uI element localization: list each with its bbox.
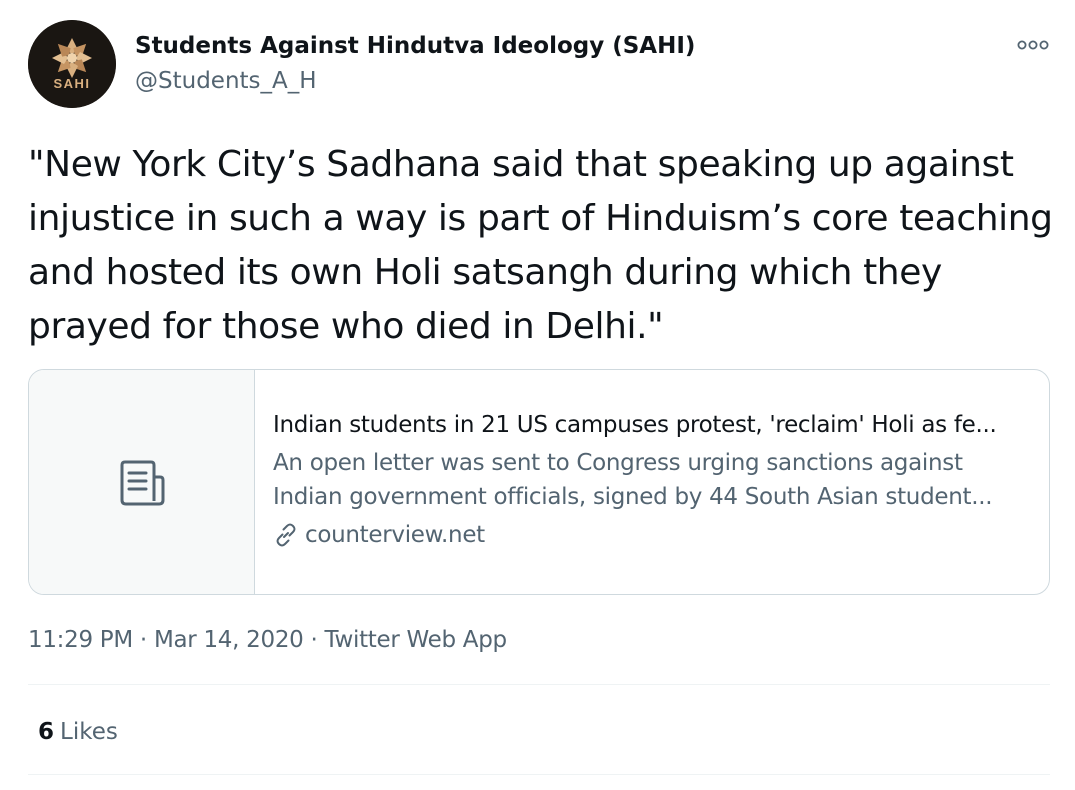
author-names: Students Against Hindutva Ideology (SAHI…: [135, 32, 695, 96]
tweet-time[interactable]: 11:29 PM: [28, 627, 133, 653]
card-domain-text: counterview.net: [305, 522, 485, 548]
meta-separator: ·: [303, 627, 325, 653]
card-description-line: Indian government officials, signed by 4…: [273, 484, 993, 510]
likes-link[interactable]: 6 Likes: [38, 716, 118, 748]
tweet: SAHI Students Against Hindutva Ideology …: [0, 0, 1075, 790]
tweet-text: "New York City’s Sadhana said that speak…: [28, 144, 1053, 347]
avatar[interactable]: SAHI: [28, 20, 116, 108]
card-media: [29, 370, 255, 594]
sahi-logo-icon: SAHI: [28, 20, 116, 108]
card-description: An open letter was sent to Congress urgi…: [273, 446, 1038, 514]
link-icon: [276, 523, 296, 547]
card-title: Indian students in 21 US campuses protes…: [273, 412, 997, 438]
more-horizontal-icon: [1017, 40, 1049, 50]
meta-separator: ·: [132, 627, 154, 653]
author-handle[interactable]: @Students_A_H: [135, 66, 695, 96]
link-card[interactable]: Indian students in 21 US campuses protes…: [28, 369, 1050, 595]
divider: [28, 684, 1050, 685]
more-options-button[interactable]: [1016, 36, 1050, 54]
tweet-header: SAHI Students Against Hindutva Ideology …: [28, 20, 1050, 108]
author-display-name[interactable]: Students Against Hindutva Ideology (SAHI…: [135, 32, 695, 60]
avatar-logo-text: SAHI: [53, 76, 90, 91]
tweet-meta: 11:29 PM · Mar 14, 2020 · Twitter Web Ap…: [28, 624, 507, 656]
card-body: Indian students in 21 US campuses protes…: [273, 408, 1038, 552]
tweet-source[interactable]: Twitter Web App: [325, 627, 508, 653]
tweet-date[interactable]: Mar 14, 2020: [154, 627, 304, 653]
likes-count: 6: [38, 719, 55, 745]
card-domain: counterview.net: [273, 518, 1038, 552]
document-icon: [120, 460, 165, 506]
divider: [28, 774, 1050, 775]
card-description-line: An open letter was sent to Congress urgi…: [273, 450, 963, 476]
likes-label: Likes: [60, 719, 118, 745]
